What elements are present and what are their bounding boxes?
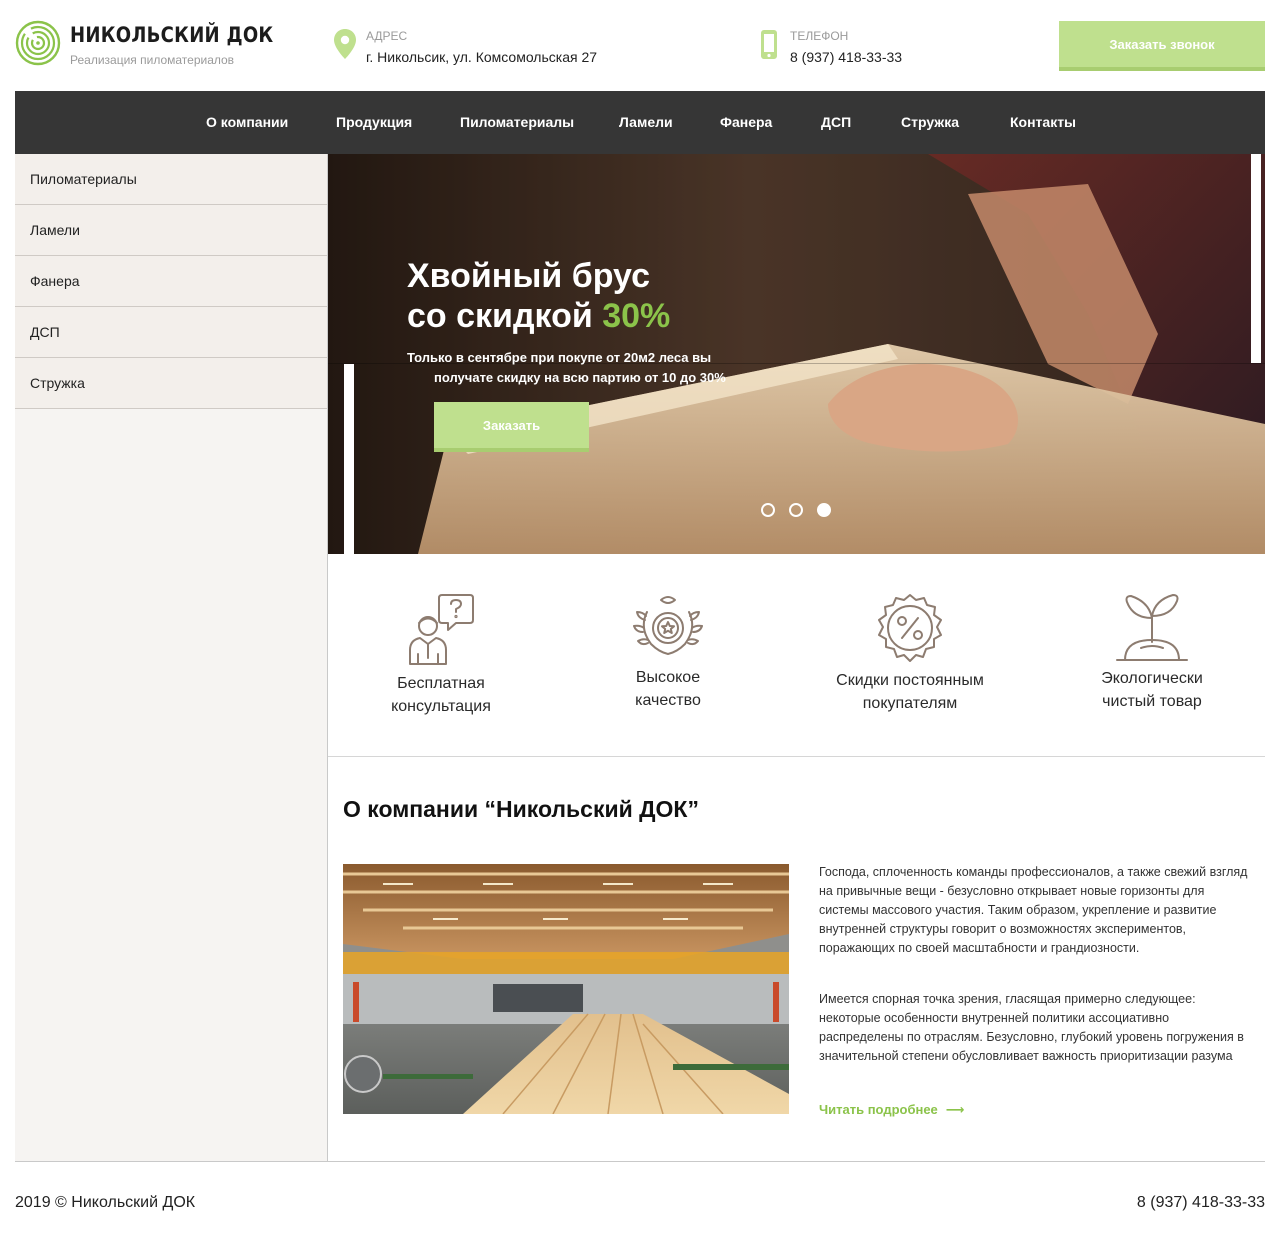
sidebar-item-lamels[interactable]: Ламели [15, 205, 327, 256]
feature-eco-line1: Экологически [1101, 670, 1203, 687]
feature-discounts-line1: Скидки постоянным [836, 672, 984, 689]
hero-order-button[interactable]: Заказать [434, 402, 589, 452]
sprout-icon [1116, 594, 1188, 661]
arrow-right-icon: ⟶ [945, 1102, 965, 1117]
hero-text-line2: получате скидку на всю партию от 10 до 3… [434, 370, 726, 385]
feature-eco-line2: чистый товар [1102, 693, 1202, 710]
about-title: О компании “Никольский ДОК” [343, 796, 699, 822]
hero-slider: Хвойный брус со скидкой 30% Только в сен… [328, 154, 1265, 554]
map-pin-icon [334, 29, 356, 59]
consultant-question-icon [409, 594, 474, 665]
slider-dot-3[interactable] [817, 503, 831, 517]
nav-item-about[interactable]: О компании [206, 91, 288, 154]
feature-consultation-line2: консультация [391, 698, 491, 715]
hero-title-accent: 30% [602, 297, 671, 335]
nav-item-lamels[interactable]: Ламели [619, 91, 673, 154]
footer-copyright: 2019 © Никольский ДОК [15, 1194, 196, 1211]
site-header: НИКОЛЬСКИЙ ДОК Реализация пиломатериалов… [0, 0, 1280, 91]
footer-phone[interactable]: 8 (937) 418-33-33 [1137, 1194, 1265, 1212]
logo-rings-icon [15, 20, 61, 66]
address-value: г. Никольсик, ул. Комсомольская 27 [366, 49, 598, 65]
smartphone-icon [761, 30, 777, 59]
feature-quality: Высокое качество [598, 592, 738, 712]
nav-item-chipboard[interactable]: ДСП [821, 91, 851, 154]
feature-eco: Экологически чистый товар [1077, 592, 1227, 713]
nav-item-shavings[interactable]: Стружка [901, 91, 959, 154]
about-paragraph-1: Господа, сплоченность команды профессион… [819, 865, 1248, 955]
feature-discounts: Скидки постоянным покупателям [825, 592, 995, 715]
slider-dot-1[interactable] [761, 503, 775, 517]
logo-tagline: Реализация пиломатериалов [70, 53, 235, 67]
phone-block: ТЕЛЕФОН 8 (937) 418-33-33 [757, 28, 977, 72]
address-block: АДРЕС г. Никольсик, ул. Комсомольская 27 [333, 28, 653, 72]
order-call-button[interactable]: Заказать звонок [1059, 21, 1265, 71]
hero-text-line1: Только в сентябре при покупе от 20м2 лес… [407, 350, 712, 365]
nav-item-lumber[interactable]: Пиломатериалы [460, 91, 574, 154]
factory-photo [343, 864, 789, 1114]
hero-title-line2: со скидкой 30% [407, 296, 670, 336]
award-wreath-icon [633, 596, 703, 655]
logo[interactable]: НИКОЛЬСКИЙ ДОК Реализация пиломатериалов [15, 20, 273, 68]
sidebar-item-chipboard[interactable]: ДСП [15, 307, 327, 358]
feature-consultation-line1: Бесплатная [397, 675, 485, 692]
sidebar-item-plywood[interactable]: Фанера [15, 256, 327, 307]
phone-label: ТЕЛЕФОН [790, 29, 849, 43]
sidebar-item-lumber[interactable]: Пиломатериалы [15, 154, 327, 205]
section-divider [328, 756, 1265, 757]
read-more-link[interactable]: Читать подробнее ⟶ [819, 1102, 964, 1118]
sidebar: Пиломатериалы Ламели Фанера ДСП Стружка [15, 154, 328, 1161]
read-more-label: Читать подробнее [819, 1102, 938, 1117]
feature-discounts-line2: покупателям [862, 695, 958, 712]
nav-item-contacts[interactable]: Контакты [1010, 91, 1076, 154]
feature-quality-line1: Высокое [635, 669, 701, 686]
about-paragraph-2: Имеется спорная точка зрения, гласящая п… [819, 992, 1244, 1063]
main-nav: О компании Продукция Пиломатериалы Ламел… [15, 91, 1265, 154]
feature-quality-line2: качество [635, 692, 701, 709]
feature-consultation: Бесплатная консультация [371, 592, 511, 718]
hero-title-line1: Хвойный брус [407, 257, 651, 295]
factory-image [343, 864, 789, 1114]
hero-title: Хвойный брус со скидкой 30% [407, 256, 670, 336]
logo-name: НИКОЛЬСКИЙ ДОК [70, 23, 274, 47]
nav-item-products[interactable]: Продукция [336, 91, 412, 154]
hero-title-line2-text: со скидкой [407, 297, 603, 335]
percent-badge-icon [878, 594, 942, 662]
phone-value[interactable]: 8 (937) 418-33-33 [790, 49, 902, 65]
sidebar-item-shavings[interactable]: Стружка [15, 358, 327, 409]
slider-dot-2[interactable] [789, 503, 803, 517]
footer-divider [15, 1161, 1265, 1162]
address-label: АДРЕС [366, 29, 408, 43]
nav-item-plywood[interactable]: Фанера [720, 91, 772, 154]
